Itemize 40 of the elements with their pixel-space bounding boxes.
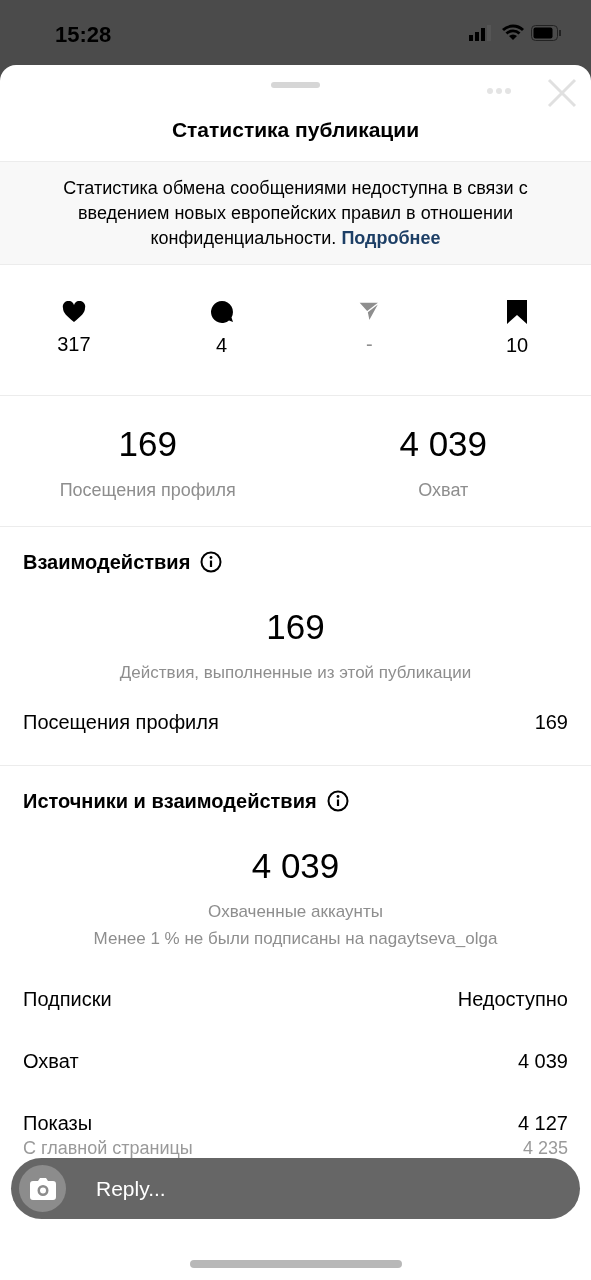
camera-icon: [29, 1177, 56, 1200]
row-label: Подписки: [23, 986, 112, 1012]
highlight-label: Охват: [418, 478, 469, 502]
notice-text: Статистика обмена сообщениями недоступна в связи с введением новых европейских правил в отношении конфиденциальности. Подробнее: [62, 176, 529, 250]
row-label: Показы: [23, 1110, 93, 1136]
counter-value: 317: [57, 332, 91, 357]
row-value: 169: [534, 710, 568, 735]
info-icon[interactable]: [326, 790, 349, 812]
highlight-label: Посещения профиля: [59, 478, 236, 502]
drag-handle[interactable]: [271, 82, 320, 88]
camera-button[interactable]: [19, 1165, 66, 1212]
sheet-title: Статистика публикации: [171, 116, 420, 143]
reply-field[interactable]: Reply...: [11, 1158, 580, 1219]
highlight-value: 4 039: [399, 423, 488, 466]
section-caption: Менее 1 % не были подписаны на nagaytseva_olga: [93, 928, 498, 950]
section-total: 4 039: [251, 845, 340, 887]
section-title: Источники и взаимодействия: [23, 789, 317, 814]
row-value: Недоступно: [457, 986, 568, 1012]
wifi-icon: [501, 24, 525, 41]
section-caption: Охваченные аккаунты: [208, 900, 383, 923]
row-label: С главной страницы: [23, 1137, 193, 1160]
section-title: Взаимодействия: [23, 550, 191, 575]
row-value: 4 235: [522, 1137, 568, 1160]
info-icon[interactable]: [200, 551, 223, 573]
heart-icon: [61, 301, 86, 323]
status-time: 15:28: [55, 21, 112, 49]
section-total: 169: [266, 606, 325, 648]
highlight-value: 169: [118, 423, 177, 466]
row-label: Охват: [23, 1048, 79, 1074]
counter-value: -: [366, 332, 373, 357]
counter-value: 4: [216, 333, 228, 358]
battery-icon: [531, 24, 561, 41]
section-caption: Действия, выполненные из этой публикации: [119, 661, 472, 684]
speech-bubble-icon: [209, 300, 234, 324]
counter-value: 10: [506, 333, 529, 358]
bookmark-icon: [507, 300, 528, 324]
row-label: Посещения профиля: [23, 710, 219, 735]
row-value: 4 039: [517, 1048, 568, 1074]
row-value: 4 127: [517, 1110, 568, 1136]
learn-more-link[interactable]: Подробнее: [341, 227, 441, 248]
